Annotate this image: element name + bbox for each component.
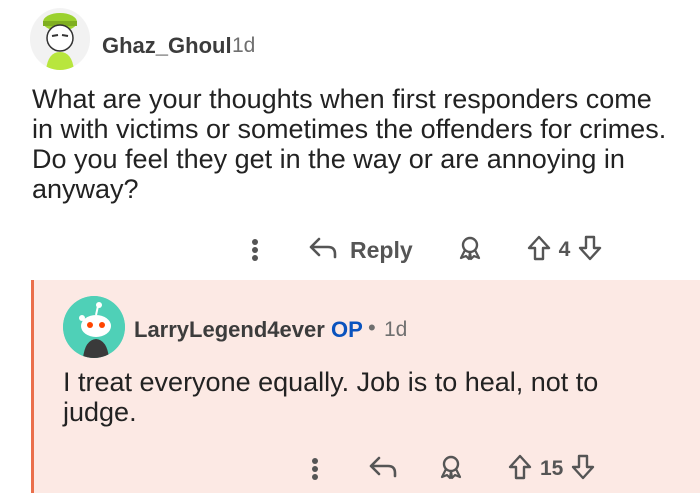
- user-avatar[interactable]: [30, 8, 90, 70]
- comment-body: What are your thoughts when first respon…: [32, 84, 667, 204]
- reply-arrow-icon[interactable]: [368, 455, 398, 484]
- op-badge: OP: [331, 317, 363, 342]
- comment-username[interactable]: Ghaz_Ghoul: [102, 33, 232, 59]
- comment-timestamp: 1d: [232, 34, 256, 57]
- reply-timestamp: 1d: [384, 318, 408, 341]
- reply-username[interactable]: LarryLegend4ever: [134, 317, 325, 343]
- reply-arrow-icon[interactable]: [308, 236, 338, 265]
- vote-count: 4: [558, 238, 571, 261]
- downvote-icon[interactable]: [571, 454, 595, 485]
- comment-action-bar: Reply 4: [252, 232, 602, 268]
- award-icon[interactable]: [438, 454, 464, 485]
- reply-user-avatar[interactable]: [63, 296, 125, 358]
- award-icon[interactable]: [457, 235, 483, 266]
- more-options-icon[interactable]: [252, 239, 258, 261]
- more-options-icon[interactable]: [312, 458, 318, 480]
- downvote-icon[interactable]: [578, 235, 602, 266]
- reply-vote-count: 15: [540, 457, 564, 480]
- upvote-icon[interactable]: [508, 454, 532, 485]
- meta-separator: •: [368, 315, 376, 340]
- upvote-icon[interactable]: [527, 235, 551, 266]
- reply-button[interactable]: Reply: [350, 237, 413, 264]
- reply-body: I treat everyone equally. Job is to heal…: [63, 367, 599, 427]
- reply-action-bar: 15: [312, 451, 595, 487]
